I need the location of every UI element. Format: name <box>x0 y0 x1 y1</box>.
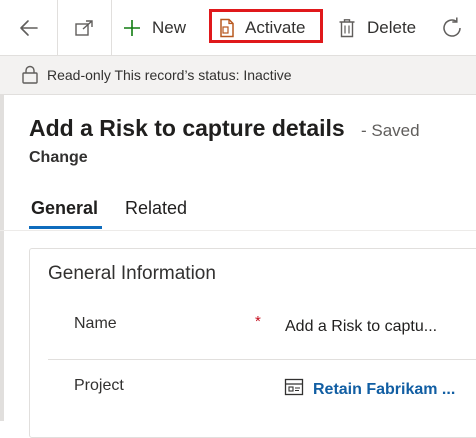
lock-icon <box>22 65 38 84</box>
tabs-divider <box>0 230 476 231</box>
delete-button[interactable]: Delete <box>338 0 428 55</box>
tab-general[interactable]: General <box>31 198 98 219</box>
open-in-new-window-icon <box>75 19 93 36</box>
read-only-notice-text: Read-only This record’s status: Inactive <box>47 67 292 83</box>
selected-tab-indicator <box>29 226 102 229</box>
trash-icon <box>339 18 355 37</box>
read-only-notification-bar: Read-only This record’s status: Inactive <box>0 56 476 95</box>
toolbar-divider <box>111 0 112 55</box>
delete-label: Delete <box>367 17 417 37</box>
open-in-new-window-button[interactable] <box>58 0 110 55</box>
tab-related[interactable]: Related <box>125 198 187 219</box>
arrow-left-icon <box>19 19 38 36</box>
name-field-label: Name <box>74 315 117 332</box>
form-left-divider <box>0 94 4 421</box>
save-status: - Saved <box>361 121 420 140</box>
refresh-icon <box>443 17 461 37</box>
lookup-record-icon <box>284 378 304 396</box>
required-indicator: * <box>255 313 261 330</box>
name-field[interactable]: Add a Risk to captu... <box>285 318 437 336</box>
back-button[interactable] <box>0 0 57 55</box>
new-button[interactable]: New <box>122 0 196 55</box>
command-bar: New Activate Delete <box>0 0 476 56</box>
new-label: New <box>152 17 187 37</box>
activate-highlight-box <box>209 9 323 43</box>
plus-icon <box>124 19 140 36</box>
section-title: General Information <box>48 263 216 284</box>
entity-name: Change <box>29 149 88 166</box>
field-divider <box>48 359 476 360</box>
project-field-label: Project <box>74 377 124 394</box>
project-lookup-link[interactable]: Retain Fabrikam ... <box>313 381 455 399</box>
refresh-button[interactable] <box>440 0 476 55</box>
record-title: Add a Risk to capture details <box>29 115 345 141</box>
